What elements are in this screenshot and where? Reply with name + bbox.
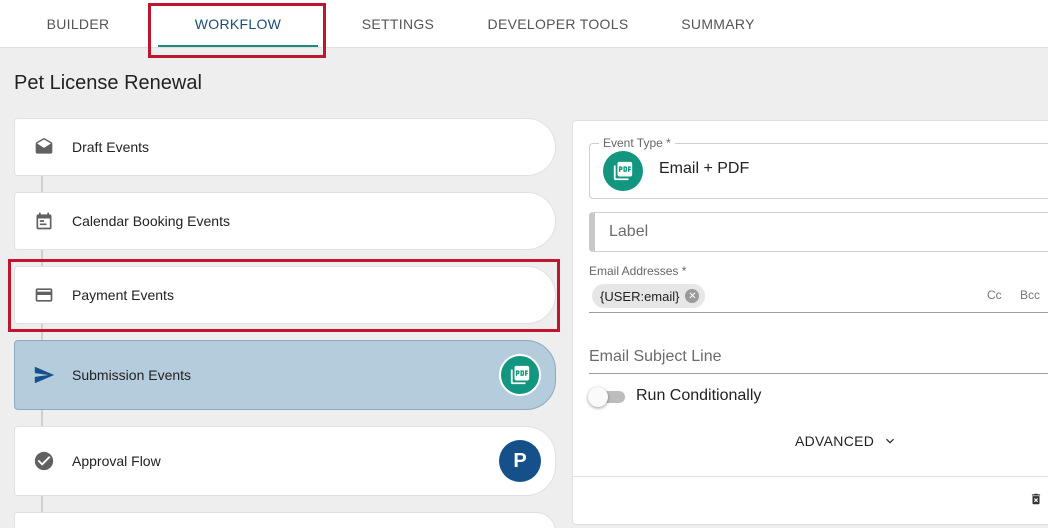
email-subject-input[interactable] <box>589 344 1048 370</box>
event-label-draft: Draft Events <box>72 139 150 155</box>
top-nav: BUILDER WORKFLOW SETTINGS DEVELOPER TOOL… <box>0 0 1048 48</box>
event-type-field[interactable] <box>589 143 1048 199</box>
event-type-value: Email + PDF <box>659 160 750 177</box>
pdf-icon <box>603 151 643 191</box>
check-circle-icon <box>33 450 55 472</box>
chevron-down-icon <box>882 433 898 449</box>
email-chip-text: {USER:email} <box>600 288 680 304</box>
tab-settings[interactable]: SETTINGS <box>340 0 456 48</box>
advanced-label: ADVANCED <box>795 433 875 449</box>
email-field-underline <box>589 312 1048 313</box>
remove-chip-icon[interactable]: ✕ <box>685 289 700 303</box>
event-card-submission[interactable]: Submission Events <box>14 340 556 410</box>
envelope-open-icon <box>33 136 55 158</box>
tab-workflow[interactable]: WORKFLOW <box>158 0 318 48</box>
tab-developer-tools[interactable]: DEVELOPER TOOLS <box>478 0 638 48</box>
advanced-button[interactable]: ADVANCED <box>795 433 898 449</box>
event-label-payment: Payment Events <box>72 287 174 303</box>
page-title: Pet License Renewal <box>14 72 202 94</box>
subject-field-underline <box>589 373 1048 374</box>
send-icon <box>33 364 55 386</box>
active-tab-indicator <box>158 45 318 47</box>
bcc-button[interactable]: Bcc <box>1020 288 1040 302</box>
event-type-label: Event Type * <box>599 136 675 150</box>
tab-summary[interactable]: SUMMARY <box>660 0 776 48</box>
approver-avatar[interactable]: P <box>499 440 541 482</box>
event-card-draft[interactable]: Draft Events <box>14 118 556 176</box>
event-card-next-partial[interactable] <box>14 512 556 528</box>
cc-button[interactable]: Cc <box>987 288 1002 302</box>
pdf-badge-icon[interactable] <box>499 354 541 396</box>
event-card-approval-flow[interactable]: Approval Flow P <box>14 426 556 496</box>
toggle-thumb[interactable] <box>588 387 608 407</box>
email-addresses-label: Email Addresses * <box>589 264 687 278</box>
event-card-calendar-booking[interactable]: Calendar Booking Events <box>14 192 556 250</box>
calendar-icon <box>33 210 55 232</box>
event-label-approval-flow: Approval Flow <box>72 453 161 469</box>
email-chip[interactable]: {USER:email} ✕ <box>592 284 706 308</box>
event-label-submission: Submission Events <box>72 367 192 383</box>
panel-divider <box>573 476 1048 477</box>
label-input[interactable] <box>589 212 1048 252</box>
run-conditionally-label: Run Conditionally <box>636 387 762 404</box>
event-label-calendar-booking: Calendar Booking Events <box>72 213 230 229</box>
credit-card-icon <box>33 284 55 306</box>
tab-builder[interactable]: BUILDER <box>20 0 136 48</box>
event-card-payment[interactable]: Payment Events <box>14 266 556 324</box>
delete-icon[interactable] <box>1029 491 1045 509</box>
